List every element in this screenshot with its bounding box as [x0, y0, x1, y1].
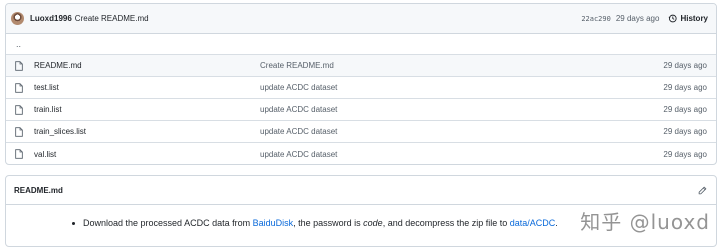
- file-row[interactable]: train_slices.list update ACDC dataset 29…: [6, 121, 716, 143]
- file-icon: [15, 60, 23, 71]
- file-icon: [15, 126, 23, 137]
- list-bullet: [72, 222, 75, 225]
- parent-directory-link[interactable]: ..: [6, 34, 716, 55]
- readme-text: , and decompress the zip file to: [382, 218, 510, 228]
- file-list: README.md Create README.md 29 days ago t…: [6, 55, 716, 164]
- readme-list-item: Download the processed ACDC data from Ba…: [83, 218, 558, 228]
- readme-header: README.md: [6, 176, 716, 205]
- readme-emphasis: code: [363, 218, 383, 228]
- file-row[interactable]: val.list update ACDC dataset 29 days ago: [6, 143, 716, 164]
- readme-text: , the password is: [293, 218, 364, 228]
- commit-sha[interactable]: 22ac290: [581, 15, 611, 23]
- history-icon: [669, 14, 678, 23]
- baidudisk-link[interactable]: BaiduDisk: [253, 218, 294, 228]
- file-age: 29 days ago: [663, 127, 707, 136]
- commit-message[interactable]: Create README.md: [75, 14, 149, 23]
- readme-text: .: [555, 218, 558, 228]
- file-icon: [15, 149, 23, 159]
- file-row[interactable]: test.list update ACDC dataset 29 days ag…: [6, 77, 716, 99]
- file-age: 29 days ago: [663, 105, 707, 114]
- readme-title: README.md: [14, 185, 63, 195]
- file-icon: [15, 104, 23, 115]
- history-label: History: [680, 14, 708, 23]
- file-age: 29 days ago: [663, 61, 707, 70]
- file-commit-message[interactable]: update ACDC dataset: [260, 127, 716, 136]
- data-acdc-link[interactable]: data/ACDC: [510, 218, 556, 228]
- commit-age: 29 days ago: [615, 14, 660, 23]
- commit-author[interactable]: Luoxd1996: [30, 14, 72, 23]
- file-commit-message[interactable]: update ACDC dataset: [260, 83, 716, 92]
- file-row[interactable]: README.md Create README.md 29 days ago: [6, 55, 716, 77]
- file-commit-message[interactable]: update ACDC dataset: [260, 150, 716, 159]
- file-age: 29 days ago: [663, 83, 707, 92]
- file-commit-message[interactable]: Create README.md: [260, 61, 716, 70]
- file-icon: [15, 82, 23, 93]
- file-browser: Luoxd1996 Create README.md 22ac290 29 da…: [5, 3, 717, 165]
- readme-text: Download the processed ACDC data from: [83, 218, 253, 228]
- file-name[interactable]: train_slices.list: [34, 127, 260, 136]
- latest-commit-bar: Luoxd1996 Create README.md 22ac290 29 da…: [6, 4, 716, 34]
- avatar[interactable]: [11, 12, 24, 25]
- history-button[interactable]: History: [668, 14, 708, 23]
- file-name[interactable]: train.list: [34, 105, 260, 114]
- file-name[interactable]: test.list: [34, 83, 260, 92]
- file-age: 29 days ago: [663, 149, 707, 159]
- file-name[interactable]: README.md: [34, 61, 260, 70]
- file-row[interactable]: train.list update ACDC dataset 29 days a…: [6, 99, 716, 121]
- file-commit-message[interactable]: update ACDC dataset: [260, 105, 716, 114]
- watermark: 知乎 @luoxd: [580, 210, 710, 234]
- file-name[interactable]: val.list: [34, 150, 260, 159]
- pencil-icon[interactable]: [698, 186, 707, 195]
